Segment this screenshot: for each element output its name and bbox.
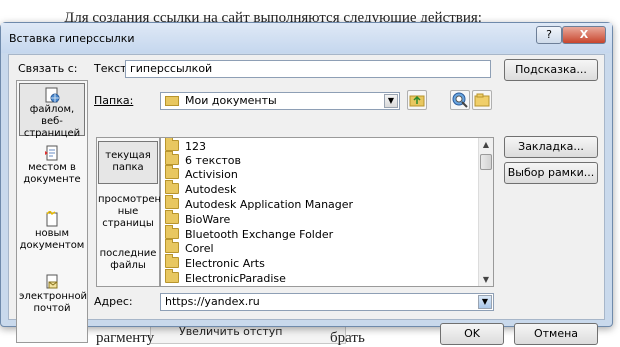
title-bar[interactable]: Вставка гиперссылки ? X — [1, 23, 612, 53]
file-list-scrollbar[interactable]: ▲ ▼ — [478, 138, 493, 286]
folder-icon — [165, 180, 179, 194]
help-button[interactable]: ? — [536, 26, 562, 44]
file-list-item-label: 6 текстов — [185, 154, 241, 167]
folder-label: Папка: — [94, 94, 134, 107]
address-dropdown-arrow-icon[interactable]: ▼ — [478, 295, 492, 309]
link-to-label: Связать с: — [18, 62, 78, 75]
up-one-folder-icon[interactable] — [407, 90, 427, 110]
folder-icon — [165, 269, 179, 283]
link-to-place-in-document-label: местом в документе — [23, 162, 81, 185]
link-to-email-label: электронной почтой — [19, 291, 88, 314]
file-list-item[interactable]: Autodesk Application Manager — [165, 195, 354, 213]
hint-button[interactable]: Подсказка... — [504, 59, 598, 81]
look-in-browsed-pages[interactable]: просмотрен-ные страницы — [98, 194, 165, 230]
place-in-document-icon — [45, 145, 58, 161]
link-to-email[interactable]: электронной почтой — [19, 274, 88, 315]
address-input-value: https://yandex.ru — [165, 295, 260, 308]
file-list-item[interactable]: Bluetooth Exchange Folder — [165, 225, 334, 243]
folder-dropdown-arrow-icon[interactable]: ▼ — [384, 94, 398, 108]
link-to-new-document[interactable]: новым документом — [19, 211, 85, 252]
email-icon — [46, 274, 58, 289]
look-in-recent-files[interactable]: последние файлы — [98, 248, 158, 272]
background-bottom-text: рагменту — [96, 330, 155, 346]
link-to-file-web-page[interactable]: файлом, веб-страницей — [19, 83, 85, 139]
file-list-item-label: Autodesk — [185, 183, 237, 196]
file-list-item[interactable]: Electronic Arts — [165, 254, 265, 272]
folder-select-value: Мои документы — [185, 94, 277, 107]
ok-button[interactable]: OK — [440, 323, 504, 345]
folder-icon — [165, 210, 179, 224]
text-field-input[interactable]: гиперссылкой — [125, 60, 491, 78]
folder-icon — [165, 239, 179, 253]
file-list-item-label: 123 — [185, 140, 206, 153]
my-documents-folder-icon — [165, 96, 179, 106]
file-list-item-label: ElectronicParadise — [185, 272, 286, 285]
folder-icon — [165, 151, 179, 165]
file-list-item-label: Corel — [185, 242, 214, 255]
folder-icon — [165, 254, 179, 268]
file-list-item[interactable]: Activision — [165, 165, 238, 183]
file-list-item[interactable]: ElectronicParadise — [165, 269, 286, 286]
web-page-icon — [45, 87, 60, 103]
browse-web-icon[interactable] — [450, 90, 470, 110]
file-list-item-label: BioWare — [185, 213, 231, 226]
file-list-item-label: Activision — [185, 168, 238, 181]
scroll-down-arrow-icon[interactable]: ▼ — [481, 275, 491, 284]
scroll-thumb[interactable] — [480, 154, 492, 170]
scroll-up-arrow-icon[interactable]: ▲ — [481, 140, 491, 149]
file-list[interactable]: 123 6 текстов Activision Autodesk Autode… — [160, 137, 494, 287]
folder-icon — [165, 225, 179, 239]
dialog-client-area: Связать с: файлом, веб-страницей местом … — [8, 54, 605, 345]
file-list-item[interactable]: Autodesk — [165, 180, 237, 198]
link-to-bar: файлом, веб-страницей местом в документе… — [16, 80, 88, 343]
link-to-file-web-page-label: файлом, веб-страницей — [23, 104, 81, 139]
folder-icon — [165, 138, 179, 151]
background-bottom-text-right: брать — [330, 330, 365, 346]
folder-icon — [165, 195, 179, 209]
file-list-item-label: Bluetooth Exchange Folder — [185, 228, 334, 241]
file-list-item[interactable]: 6 текстов — [165, 151, 241, 169]
file-list-item-label: Autodesk Application Manager — [185, 198, 354, 211]
bookmark-button[interactable]: Закладка... — [504, 136, 598, 158]
file-list-item-label: Electronic Arts — [185, 257, 265, 270]
folder-select[interactable]: Мои документы ▼ — [160, 92, 400, 110]
target-frame-button[interactable]: Выбор рамки... — [504, 162, 598, 184]
dialog-title: Вставка гиперссылки — [9, 32, 135, 45]
look-in-current-folder[interactable]: текущая папка — [98, 141, 158, 184]
cancel-button[interactable]: Отмена — [514, 323, 598, 345]
file-list-item[interactable]: BioWare — [165, 210, 231, 228]
address-input[interactable]: https://yandex.ru ▼ — [160, 293, 494, 311]
browse-file-icon[interactable] — [472, 90, 492, 110]
insert-hyperlink-dialog: Вставка гиперссылки ? X Связать с: файло… — [0, 22, 613, 345]
link-to-place-in-document[interactable]: местом в документе — [19, 145, 85, 186]
new-document-icon — [46, 211, 58, 227]
address-label: Адрес: — [94, 295, 133, 308]
link-to-new-document-label: новым документом — [19, 228, 85, 251]
close-button[interactable]: X — [562, 26, 606, 44]
look-in-bar: текущая папка просмотрен-ные страницы по… — [96, 137, 165, 287]
folder-icon — [165, 165, 179, 179]
